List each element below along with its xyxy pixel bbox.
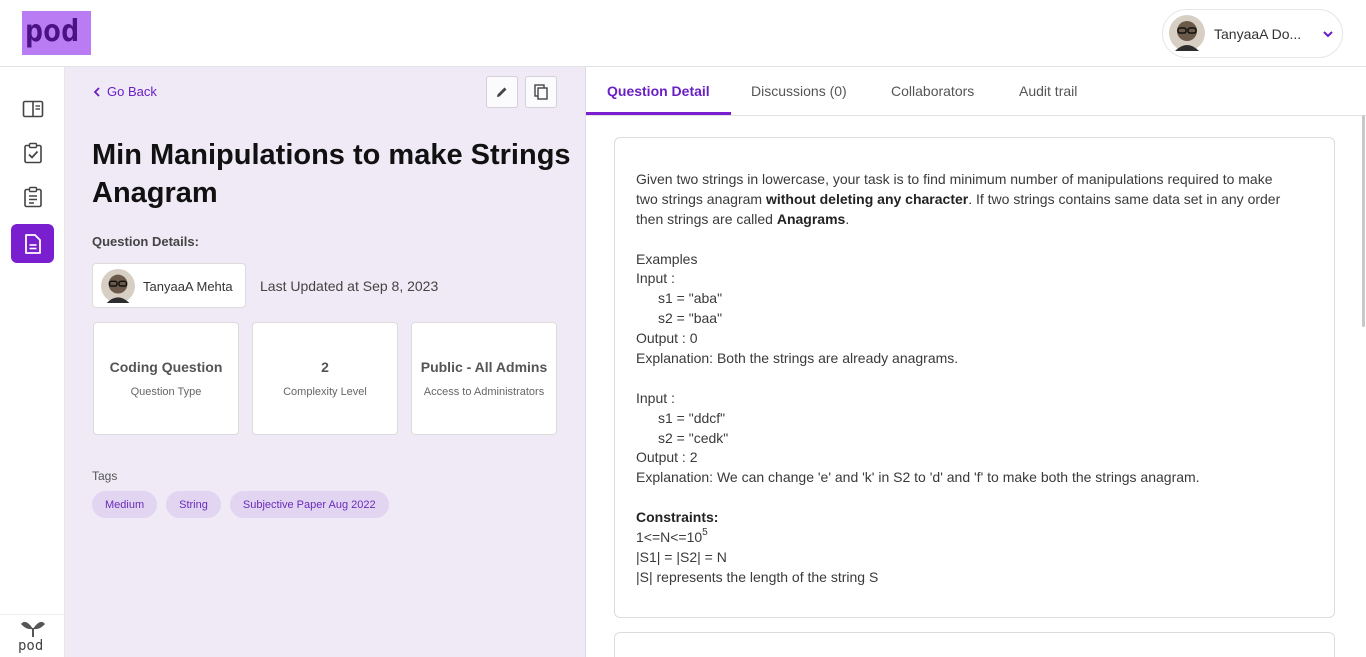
clipboard-list-icon: [23, 186, 42, 207]
go-back-link[interactable]: Go Back: [93, 84, 157, 99]
author-avatar-icon: [101, 269, 135, 303]
desc-text: 1<=N<=10: [636, 529, 703, 546]
sidebar-item-library[interactable]: [11, 89, 54, 128]
tab-audit-trail[interactable]: Audit trail: [1019, 83, 1077, 99]
tag-list: Medium String Subjective Paper Aug 2022: [92, 491, 389, 518]
document-icon: [24, 233, 41, 254]
card-value: Public - All Admins: [420, 358, 548, 375]
chevron-down-icon[interactable]: [1321, 27, 1335, 41]
tab-bar: Question Detail Discussions (0) Collabor…: [586, 67, 1366, 116]
desc-line: s1 = "ddcf": [658, 409, 726, 426]
tags-label: Tags: [92, 469, 118, 483]
desc-text: .: [845, 210, 850, 227]
desc-line: s2 = "cedk": [658, 429, 729, 446]
desc-line: s2 = "baa": [658, 310, 723, 327]
desc-line: Explanation: Both the strings are alread…: [636, 350, 959, 367]
desc-line: two strings anagram without deleting any…: [636, 189, 1306, 209]
card-label: Access to Administrators: [423, 385, 545, 398]
desc-bold: Anagrams: [776, 210, 846, 227]
desc-text: two strings anagram: [636, 190, 766, 207]
left-rail: pod: [0, 67, 65, 657]
desc-line: s1 = "aba": [658, 290, 723, 307]
question-details-label: Question Details:: [92, 234, 199, 249]
clipboard-check-icon: [23, 142, 42, 163]
question-type-card: Coding Question Question Type: [93, 322, 239, 435]
desc-line: Constraints:: [636, 507, 1306, 527]
pod-logo[interactable]: pod: [22, 11, 91, 55]
scrollbar[interactable]: [1362, 115, 1365, 327]
desc-line: Input :: [636, 270, 675, 287]
sprout-icon: [21, 621, 45, 637]
author-chip[interactable]: TanyaaA Mehta: [92, 263, 246, 308]
desc-line: Input :: [636, 389, 675, 406]
last-updated-text: Last Updated at Sep 8, 2023: [260, 278, 439, 294]
rail-footer-text: pod: [18, 638, 44, 654]
logo-text: pod: [25, 14, 80, 49]
user-menu[interactable]: TanyaaA Do...: [1162, 9, 1343, 58]
card-label: Question Type: [130, 385, 202, 398]
card-label: Complexity Level: [283, 385, 367, 398]
desc-line: |S1| = |S2| = N: [636, 548, 727, 565]
desc-line: Output : 2: [636, 449, 698, 466]
tag-chip[interactable]: String: [166, 491, 221, 518]
active-tab-indicator: [586, 112, 731, 115]
desc-text: . If two strings contains same data set …: [968, 190, 1281, 207]
copy-icon: [534, 84, 548, 100]
sidebar-item-tasks[interactable]: [11, 133, 54, 172]
copy-button[interactable]: [525, 76, 557, 108]
desc-line: Explanation: We can change 'e' and 'k' i…: [636, 469, 1200, 486]
tab-question-detail[interactable]: Question Detail: [607, 83, 710, 99]
tag-chip[interactable]: Medium: [92, 491, 158, 518]
tab-discussions[interactable]: Discussions (0): [751, 83, 847, 99]
desc-superscript: 5: [702, 527, 708, 539]
desc-line: Output : 0: [636, 330, 698, 347]
desc-line: 1<=N<=105: [636, 527, 1306, 547]
go-back-label: Go Back: [107, 84, 157, 99]
question-description-card: Given two strings in lowercase, your tas…: [614, 137, 1335, 618]
tab-collaborators[interactable]: Collaborators: [891, 83, 974, 99]
desc-line: Given two strings in lowercase, your tas…: [636, 171, 1273, 187]
access-card: Public - All Admins Access to Administra…: [411, 322, 557, 435]
desc-bold: without deleting any character: [765, 190, 969, 207]
chevron-left-icon: [93, 86, 100, 97]
complexity-card: 2 Complexity Level: [252, 322, 398, 435]
question-description: Given two strings in lowercase, your tas…: [636, 169, 1306, 587]
rail-footer-logo: pod: [0, 614, 64, 657]
sidebar-item-questions[interactable]: [11, 224, 54, 263]
desc-line: |S| represents the length of the string …: [636, 568, 879, 585]
user-name: TanyaaA Do...: [1214, 26, 1302, 42]
book-open-icon: [22, 100, 43, 117]
sidebar-item-assessments[interactable]: [11, 177, 54, 216]
desc-line: then strings are called Anagrams.: [636, 209, 1306, 229]
top-bar: pod TanyaaA Do...: [0, 0, 1366, 67]
constraints-heading: Constraints:: [636, 509, 719, 526]
tag-chip[interactable]: Subjective Paper Aug 2022: [229, 491, 389, 518]
pencil-icon: [497, 87, 507, 97]
author-name: TanyaaA Mehta: [143, 279, 233, 294]
question-summary-panel: Go Back Min Manipulations to make String…: [65, 67, 586, 657]
edit-button[interactable]: [486, 76, 518, 108]
card-value: Coding Question: [109, 358, 223, 375]
user-avatar-icon: [1169, 15, 1205, 51]
desc-text: then strings are called: [636, 210, 777, 227]
secondary-card: [614, 632, 1335, 657]
desc-line: Examples: [636, 250, 698, 267]
card-value: 2: [321, 358, 329, 375]
question-title: Min Manipulations to make Strings Anagra…: [92, 139, 571, 209]
question-detail-panel: Question Detail Discussions (0) Collabor…: [586, 67, 1366, 657]
